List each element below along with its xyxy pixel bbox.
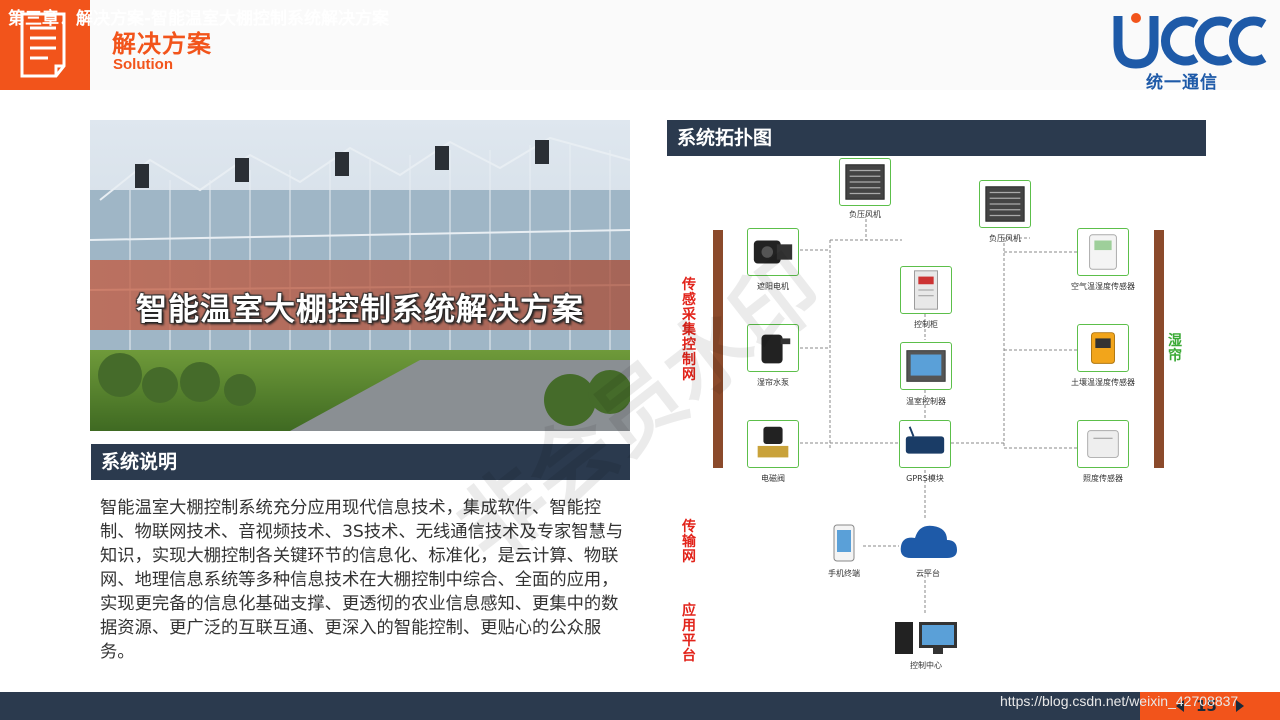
valve-icon xyxy=(757,426,789,458)
gprs-icon xyxy=(905,426,945,454)
soil-sensor-label: 土壤温湿度传感器 xyxy=(1071,378,1135,387)
control-cabinet xyxy=(900,266,952,314)
curtain-bar xyxy=(1154,230,1164,468)
cabinet-icon xyxy=(914,270,938,310)
cloud-label: 云平台 xyxy=(916,569,940,578)
greenhouse-controller xyxy=(900,342,952,390)
fan-1-label: 负压风机 xyxy=(849,210,881,219)
fan-2-label: 负压风机 xyxy=(989,234,1021,243)
soil-temp-humidity-sensor xyxy=(1077,324,1129,372)
controller-icon xyxy=(906,350,946,382)
cloud-icon xyxy=(900,525,957,558)
hero-caption: 智能温室大棚控制系统解决方案 xyxy=(136,292,584,328)
fan-icon xyxy=(985,186,1025,222)
chapter-title: 第三章：解决方案-智能温室大棚控制系统解决方案 xyxy=(8,9,390,29)
gprs-label: GPRS模块 xyxy=(906,474,944,483)
greenhouse-photo: 智能温室大棚控制系统解决方案 xyxy=(90,120,630,431)
gprs-module xyxy=(899,420,951,468)
exhaust-fan-1 xyxy=(839,158,891,206)
air-temp-humidity-sensor xyxy=(1077,228,1129,276)
phone-icon xyxy=(833,524,855,562)
topology-heading: 系统拓扑图 xyxy=(667,120,1206,156)
solenoid-valve xyxy=(747,420,799,468)
controller-label: 温室控制器 xyxy=(906,397,946,406)
fan-icon xyxy=(845,164,885,200)
light-sensor xyxy=(1077,420,1129,468)
source-url: https://blog.csdn.net/weixin_42708837 xyxy=(1000,693,1239,709)
sensor-icon xyxy=(1091,332,1115,364)
page-title: 解决方案 xyxy=(112,30,212,58)
sensor-icon xyxy=(1087,430,1119,458)
exhaust-fan-2 xyxy=(979,180,1031,228)
page-subtitle: Solution xyxy=(113,56,173,73)
cabinet-label: 控制柜 xyxy=(914,320,938,329)
air-sensor-label: 空气温湿度传感器 xyxy=(1071,282,1135,291)
transport-network-label: 传输网 xyxy=(682,519,696,565)
curtain-label: 湿帘 xyxy=(1168,333,1182,364)
control-center-label: 控制中心 xyxy=(910,661,942,670)
logo-text: 统一通信 xyxy=(1146,73,1218,93)
valve-label: 电磁阀 xyxy=(761,474,785,483)
sensor-icon xyxy=(1089,234,1117,270)
application-platform-label: 应用平台 xyxy=(682,603,696,664)
slide: 解决方案 Solution 统一通信 智能温室大棚控制系统解决方案 系统说明 智… xyxy=(0,0,1280,720)
light-sensor-label: 照度传感器 xyxy=(1083,474,1123,483)
computer-icon xyxy=(895,622,957,654)
